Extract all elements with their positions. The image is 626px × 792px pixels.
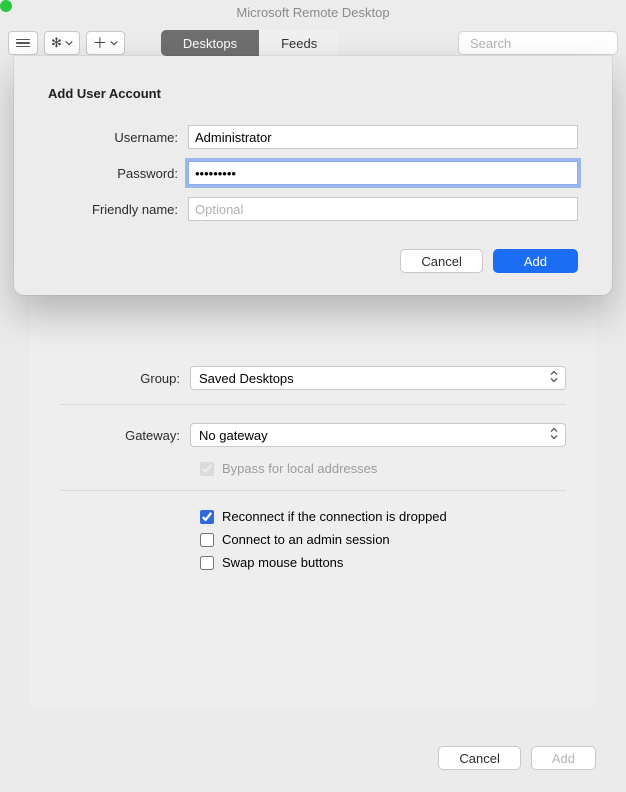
add-menu-button[interactable]: ＋ (86, 31, 125, 55)
tab-desktops[interactable]: Desktops (161, 30, 259, 56)
window-title: Microsoft Remote Desktop (236, 5, 389, 20)
password-row: Password: (48, 161, 578, 185)
bypass-label: Bypass for local addresses (222, 461, 377, 476)
search-input[interactable] (470, 36, 626, 51)
swap-label: Swap mouse buttons (222, 555, 343, 570)
password-label: Password: (48, 166, 188, 181)
password-input[interactable] (188, 161, 578, 185)
username-row: Username: (48, 125, 578, 149)
separator (60, 490, 566, 491)
friendly-name-row: Friendly name: (48, 197, 578, 221)
plus-icon: ＋ (93, 36, 107, 50)
group-label: Group: (60, 371, 190, 386)
traffic-light-green-icon[interactable] (0, 0, 12, 12)
gateway-row: Gateway: No gateway (60, 423, 566, 447)
view-switcher: Desktops Feeds (161, 30, 339, 56)
tab-feeds[interactable]: Feeds (259, 30, 339, 56)
separator (60, 404, 566, 405)
admin-checkbox-row: Connect to an admin session (200, 532, 566, 547)
chevron-down-icon (65, 39, 73, 47)
sheet-title: Add User Account (48, 86, 578, 101)
username-input[interactable] (188, 125, 578, 149)
group-row: Group: Saved Desktops (60, 366, 566, 390)
bypass-checkbox-row: Bypass for local addresses (200, 461, 566, 476)
reconnect-checkbox-row: Reconnect if the connection is dropped (200, 509, 566, 524)
updown-icon (549, 370, 559, 387)
add-user-account-sheet: Add User Account Username: Password: Fri… (14, 56, 612, 295)
bypass-checkbox (200, 462, 214, 476)
reconnect-checkbox[interactable] (200, 510, 214, 524)
sheet-buttons: Cancel Add (48, 249, 578, 273)
footer-buttons: Cancel Add (438, 746, 596, 770)
sheet-cancel-button[interactable]: Cancel (400, 249, 482, 273)
gateway-select[interactable]: No gateway (190, 423, 566, 447)
gateway-value: No gateway (199, 428, 268, 443)
list-lines-icon (16, 39, 30, 48)
gear-menu-button[interactable]: ✻ (44, 31, 80, 55)
chevron-down-icon (110, 39, 118, 47)
friendly-name-input[interactable] (188, 197, 578, 221)
cancel-button[interactable]: Cancel (438, 746, 520, 770)
gear-icon: ✻ (51, 35, 62, 51)
group-select[interactable]: Saved Desktops (190, 366, 566, 390)
username-label: Username: (48, 130, 188, 145)
search-field[interactable] (458, 31, 618, 55)
gateway-label: Gateway: (60, 428, 190, 443)
reconnect-label: Reconnect if the connection is dropped (222, 509, 447, 524)
swap-checkbox[interactable] (200, 556, 214, 570)
admin-checkbox[interactable] (200, 533, 214, 547)
admin-label: Connect to an admin session (222, 532, 390, 547)
list-view-button[interactable] (8, 31, 38, 55)
title-bar: Microsoft Remote Desktop (0, 0, 626, 24)
add-button[interactable]: Add (531, 746, 596, 770)
sheet-add-button[interactable]: Add (493, 249, 578, 273)
group-value: Saved Desktops (199, 371, 294, 386)
friendly-name-label: Friendly name: (48, 202, 188, 217)
updown-icon (549, 427, 559, 444)
swap-checkbox-row: Swap mouse buttons (200, 555, 566, 570)
